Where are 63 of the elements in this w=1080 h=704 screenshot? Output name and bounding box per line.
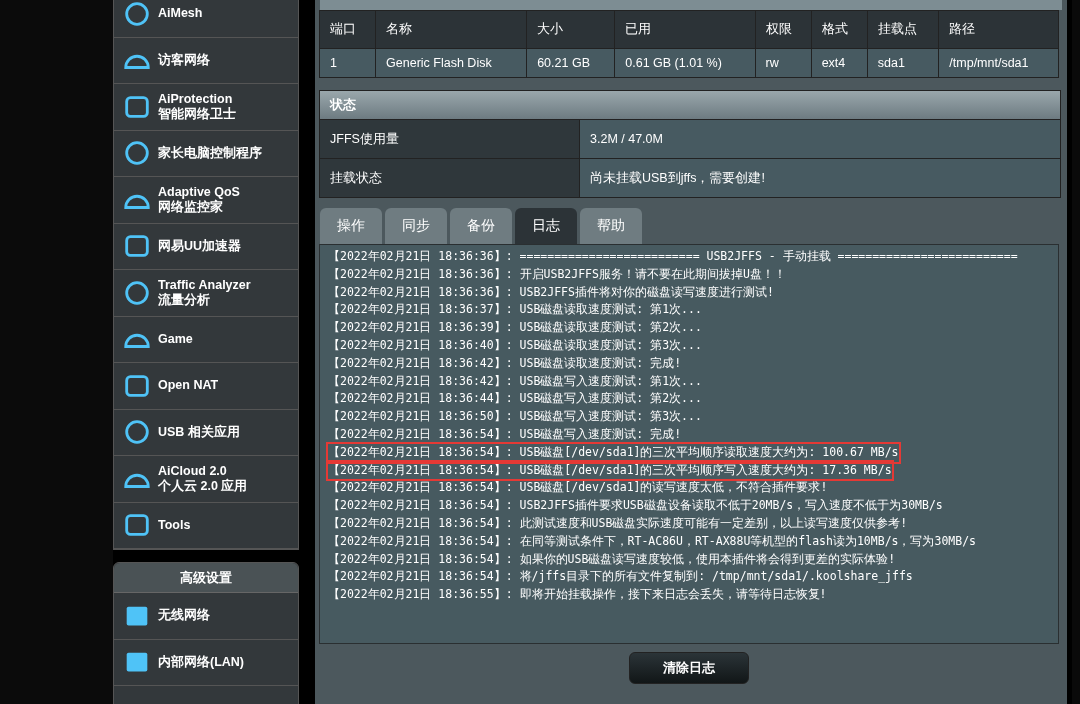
- status-label: 挂载状态: [320, 159, 580, 197]
- log-line: 【2022年02月21日 18:36:54】: 如果你的USB磁盘读写速度较低，使用本插件将会得到更差的实际体验!: [328, 550, 896, 568]
- menu-item[interactable]: 家长电脑控制程序: [114, 130, 298, 177]
- menu-item[interactable]: Traffic Analyzer 流量分析: [114, 270, 298, 317]
- table-cell: Generic Flash Disk: [375, 48, 527, 78]
- table-cell: rw: [755, 48, 812, 78]
- menu-item[interactable]: Open NAT: [114, 363, 298, 410]
- menu-item[interactable]: AiProtection 智能网络卫士: [114, 84, 298, 131]
- column-header: 名称: [375, 10, 527, 49]
- menu-item[interactable]: AiMesh: [114, 0, 298, 38]
- menu-icon: [122, 0, 152, 29]
- log-line: 【2022年02月21日 18:36:36】: ========================== USB2JFFS - 手动挂载 ==========================: [328, 248, 1018, 265]
- log-line: 【2022年02月21日 18:36:44】: USB磁盘写入速度测试: 第2次...: [328, 390, 702, 408]
- table-cell: ext4: [811, 48, 868, 78]
- tab[interactable]: 日志: [515, 208, 577, 244]
- tab[interactable]: 帮助: [580, 208, 642, 244]
- log-line: 【2022年02月21日 18:36:54】: 在同等测试条件下，RT-AC86U，RT-AX88U等机型的flash读为10MB/s，写为30MB/s: [328, 532, 977, 550]
- table-cell: 1: [319, 48, 376, 78]
- log-line: 【2022年02月21日 18:36:54】: USB磁盘写入速度测试: 完成!: [328, 425, 682, 443]
- table-cell: 60.21 GB: [526, 48, 615, 78]
- column-header: 格式: [811, 10, 868, 49]
- column-header: 挂载点: [867, 10, 939, 49]
- tab[interactable]: 备份: [450, 208, 512, 244]
- log-line: 【2022年02月21日 18:36:54】: USB磁盘[/dev/sda1]的三次平均顺序写入速度大约为: 17.36 MB/s: [328, 461, 892, 480]
- log-line: 【2022年02月21日 18:36:42】: USB磁盘写入速度测试: 第1次...: [328, 372, 702, 390]
- menu-item[interactable]: Tools: [114, 502, 298, 549]
- table-cell: /tmp/mnt/sda1: [938, 48, 1059, 78]
- log-line: 【2022年02月21日 18:36:42】: USB磁盘读取速度测试: 完成!: [328, 354, 682, 372]
- log-line: 【2022年02月21日 18:36:40】: USB磁盘读取速度测试: 第3次...: [328, 337, 702, 354]
- status-label: JFFS使用量: [320, 120, 580, 158]
- section-header: 状态: [320, 91, 1060, 119]
- column-header: 已用: [614, 10, 756, 49]
- log-line: 【2022年02月21日 18:36:54】: USB磁盘[/dev/sda1]的三次平均顺序读取速度大约为: 100.67 MB/s: [328, 443, 899, 462]
- log-line: 【2022年02月21日 18:36:39】: USB磁盘读取速度测试: 第2次...: [328, 319, 702, 337]
- table-cell: sda1: [867, 48, 939, 78]
- section-header: 高级设置: [114, 563, 298, 593]
- log-line: 【2022年02月21日 18:36:36】: 开启USB2JFFS服务！请不要在此期间拔掉U盘！！: [328, 265, 786, 283]
- tab[interactable]: 同步: [385, 208, 447, 244]
- log-line: 【2022年02月21日 18:36:54】: 将/jffs目录下的所有文件复制到: /tmp/mnt/sda1/.koolshare_jffs: [328, 568, 913, 586]
- status-value: 尚未挂载USB到jffs，需要创建!: [580, 159, 1060, 197]
- column-header: 权限: [755, 10, 812, 49]
- log-line: 【2022年02月21日 18:36:54】: USB2JFFS插件要求USB磁盘设备读取不低于20MB/s，写入速度不低于为30MB/s: [328, 497, 943, 515]
- menu-item[interactable]: Game: [114, 316, 298, 363]
- menu-item[interactable]: 无线网络: [114, 593, 298, 640]
- status-value: 3.2M / 47.0M: [580, 120, 1060, 158]
- menu-item[interactable]: 访客网络: [114, 37, 298, 84]
- log-line: 【2022年02月21日 18:36:54】: 此测试速度和USB磁盘实际速度可能有一定差别，以上读写速度仅供参考!: [328, 514, 908, 532]
- menu-item[interactable]: 网易UU加速器: [114, 223, 298, 270]
- menu-item[interactable]: USB 相关应用: [114, 409, 298, 456]
- table-cell: 0.61 GB (1.01 %): [614, 48, 756, 78]
- log-line: 【2022年02月21日 18:36:37】: USB磁盘读取速度测试: 第1次...: [328, 301, 702, 319]
- log-line: 【2022年02月21日 18:36:36】: USB2JFFS插件将对你的磁盘读写速度进行测试!: [328, 283, 774, 301]
- column-header: 路径: [938, 10, 1059, 49]
- menu-item[interactable]: AiCloud 2.0 个人云 2.0 应用: [114, 456, 298, 503]
- column-header: 大小: [526, 10, 615, 49]
- menu-item[interactable]: 内部网络(LAN): [114, 639, 298, 686]
- log-line: 【2022年02月21日 18:36:54】: USB磁盘[/dev/sda1]的读写速度太低，不符合插件要求!: [328, 479, 828, 497]
- tab[interactable]: 操作: [320, 208, 382, 244]
- clear-log-button[interactable]: 清除日志: [629, 652, 749, 684]
- menu-item[interactable]: Adaptive QoS 网络监控家: [114, 177, 298, 224]
- log-line: 【2022年02月21日 18:36:50】: USB磁盘写入速度测试: 第3次...: [328, 408, 702, 426]
- column-header: 端口: [319, 10, 376, 49]
- log-line: 【2022年02月21日 18:36:55】: 即将开始挂载操作，接下来日志会丢失，请等待日志恢复!: [328, 586, 827, 604]
